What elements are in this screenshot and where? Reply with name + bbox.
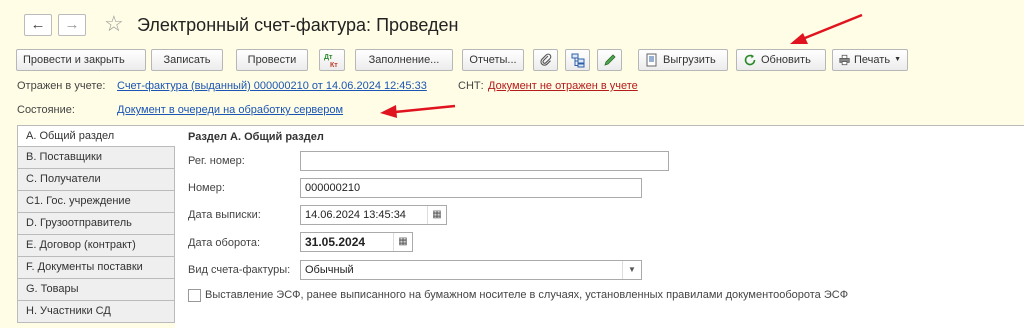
- title-bar: ← → ☆ Электронный счет-фактура: Проведен: [0, 0, 1024, 46]
- state-label: Состояние:: [17, 104, 75, 116]
- number-label: Номер:: [188, 182, 225, 194]
- section-title: Раздел А. Общий раздел: [188, 131, 324, 143]
- reflected-label: Отражен в учете:: [17, 80, 106, 92]
- favorite-star-icon[interactable]: ☆: [104, 12, 124, 36]
- paperclip-icon: [539, 53, 551, 66]
- print-button[interactable]: Печать ▼: [832, 49, 908, 71]
- arrow-to-state: [380, 104, 456, 118]
- calendar-icon[interactable]: ▦: [393, 233, 412, 251]
- filling-button[interactable]: Заполнение...: [355, 49, 453, 71]
- save-button[interactable]: Записать: [151, 49, 223, 71]
- svg-text:Кт: Кт: [330, 62, 338, 69]
- refresh-button[interactable]: Обновить: [736, 49, 826, 71]
- refresh-icon: [744, 54, 756, 66]
- edit-button[interactable]: [597, 49, 622, 71]
- tab-8[interactable]: H. Участники СД: [17, 301, 175, 323]
- post-button[interactable]: Провести: [236, 49, 308, 71]
- state-link[interactable]: Документ в очереди на обработку сервером: [117, 104, 343, 116]
- number-input[interactable]: 000000210: [300, 178, 642, 198]
- turnover-date-input[interactable]: 31.05.2024 ▦: [300, 232, 413, 252]
- tab-5[interactable]: E. Договор (контракт): [17, 235, 175, 257]
- tab-7[interactable]: G. Товары: [17, 279, 175, 301]
- calendar-icon[interactable]: ▦: [427, 206, 446, 224]
- dt-kt-icon: Дт Кт: [324, 54, 338, 69]
- reg-number-input[interactable]: [300, 151, 669, 171]
- tab-4[interactable]: D. Грузоотправитель: [17, 213, 175, 235]
- tab-1[interactable]: B. Поставщики: [17, 147, 175, 169]
- printer-icon: [839, 54, 850, 66]
- arrow-left-icon: ←: [30, 16, 46, 33]
- forward-button[interactable]: →: [58, 14, 86, 36]
- snt-link[interactable]: Документ не отражен в учете: [488, 80, 638, 92]
- reflected-document-link[interactable]: Счет-фактура (выданный) 000000210 от 14.…: [117, 80, 427, 92]
- reports-button[interactable]: Отчеты...: [462, 49, 524, 71]
- svg-text:Дт: Дт: [324, 54, 333, 61]
- attach-button[interactable]: [533, 49, 558, 71]
- dt-kt-button[interactable]: Дт Кт: [319, 49, 345, 71]
- snt-label: СНТ:: [458, 80, 484, 92]
- reg-number-label: Рег. номер:: [188, 155, 245, 167]
- chevron-down-icon[interactable]: ▼: [622, 261, 641, 279]
- tab-6[interactable]: F. Документы поставки: [17, 257, 175, 279]
- export-button[interactable]: Выгрузить: [638, 49, 728, 71]
- post-and-close-button[interactable]: Провести и закрыть: [16, 49, 146, 71]
- invoice-type-select[interactable]: Обычный ▼: [300, 260, 642, 280]
- hierarchy-icon: [571, 53, 584, 68]
- section-tabs: A. Общий раздел B. Поставщики C. Получател…: [17, 125, 175, 327]
- back-button[interactable]: ←: [24, 14, 52, 36]
- tab-3[interactable]: C1. Гос. учреждение: [17, 191, 175, 213]
- esf-paper-checkbox[interactable]: [188, 289, 201, 302]
- invoice-type-label: Вид счета-фактуры:: [188, 264, 291, 276]
- structure-button[interactable]: [565, 49, 590, 71]
- turnover-date-label: Дата оборота:: [188, 237, 261, 249]
- tab-0[interactable]: A. Общий раздел: [17, 125, 175, 147]
- pencil-icon: [603, 54, 616, 66]
- chevron-down-icon: ▼: [894, 56, 901, 63]
- page-title: Электронный счет-фактура: Проведен: [137, 15, 459, 35]
- esf-paper-checkbox-label: Выставление ЭСФ, ранее выписанного на бу…: [205, 289, 849, 301]
- issue-date-input[interactable]: 14.06.2024 13:45:34 ▦: [300, 205, 447, 225]
- issue-date-label: Дата выписки:: [188, 209, 261, 221]
- tab-2[interactable]: C. Получатели: [17, 169, 175, 191]
- export-icon: [646, 53, 657, 67]
- arrow-right-icon: →: [64, 16, 80, 33]
